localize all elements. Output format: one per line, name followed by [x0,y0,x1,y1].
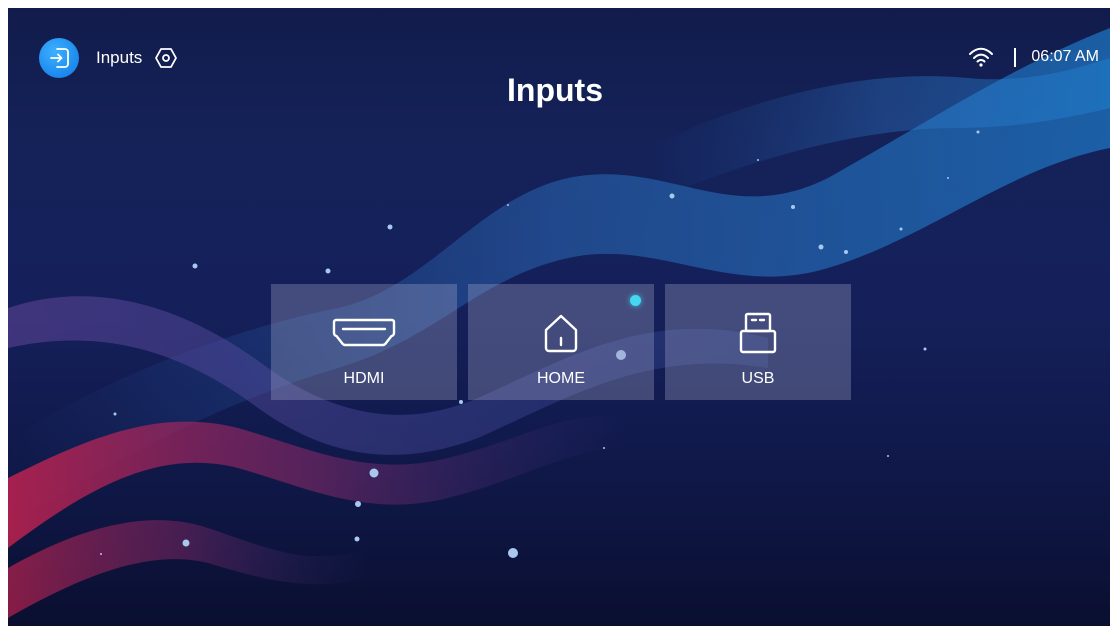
source-tile-hdmi[interactable]: HDMI [271,284,457,400]
source-label: USB [741,370,775,387]
source-tile-usb[interactable]: USB [665,284,851,400]
input-source-list: HDMI HOME USB [271,284,851,400]
source-tile-home[interactable]: HOME [468,284,654,400]
hdmi-icon [332,318,396,347]
input-arrow-icon [50,48,69,68]
source-label: HOME [537,370,585,387]
tv-screen: Inputs 06:07 AM Inputs HDMI HOME USB [8,8,1110,626]
home-icon [544,314,578,353]
wifi-icon [969,47,994,67]
status-divider [1014,47,1017,67]
section-label: Inputs [96,48,143,67]
source-label: HDMI [343,370,385,387]
status-bar: 06:07 AM [968,42,1099,72]
active-source-indicator [630,295,641,306]
hexagon-settings-icon [155,48,178,68]
page-title: Inputs [507,72,603,108]
clock: 06:07 AM [1031,48,1099,65]
settings-button[interactable] [154,46,178,70]
usb-icon [739,312,777,354]
